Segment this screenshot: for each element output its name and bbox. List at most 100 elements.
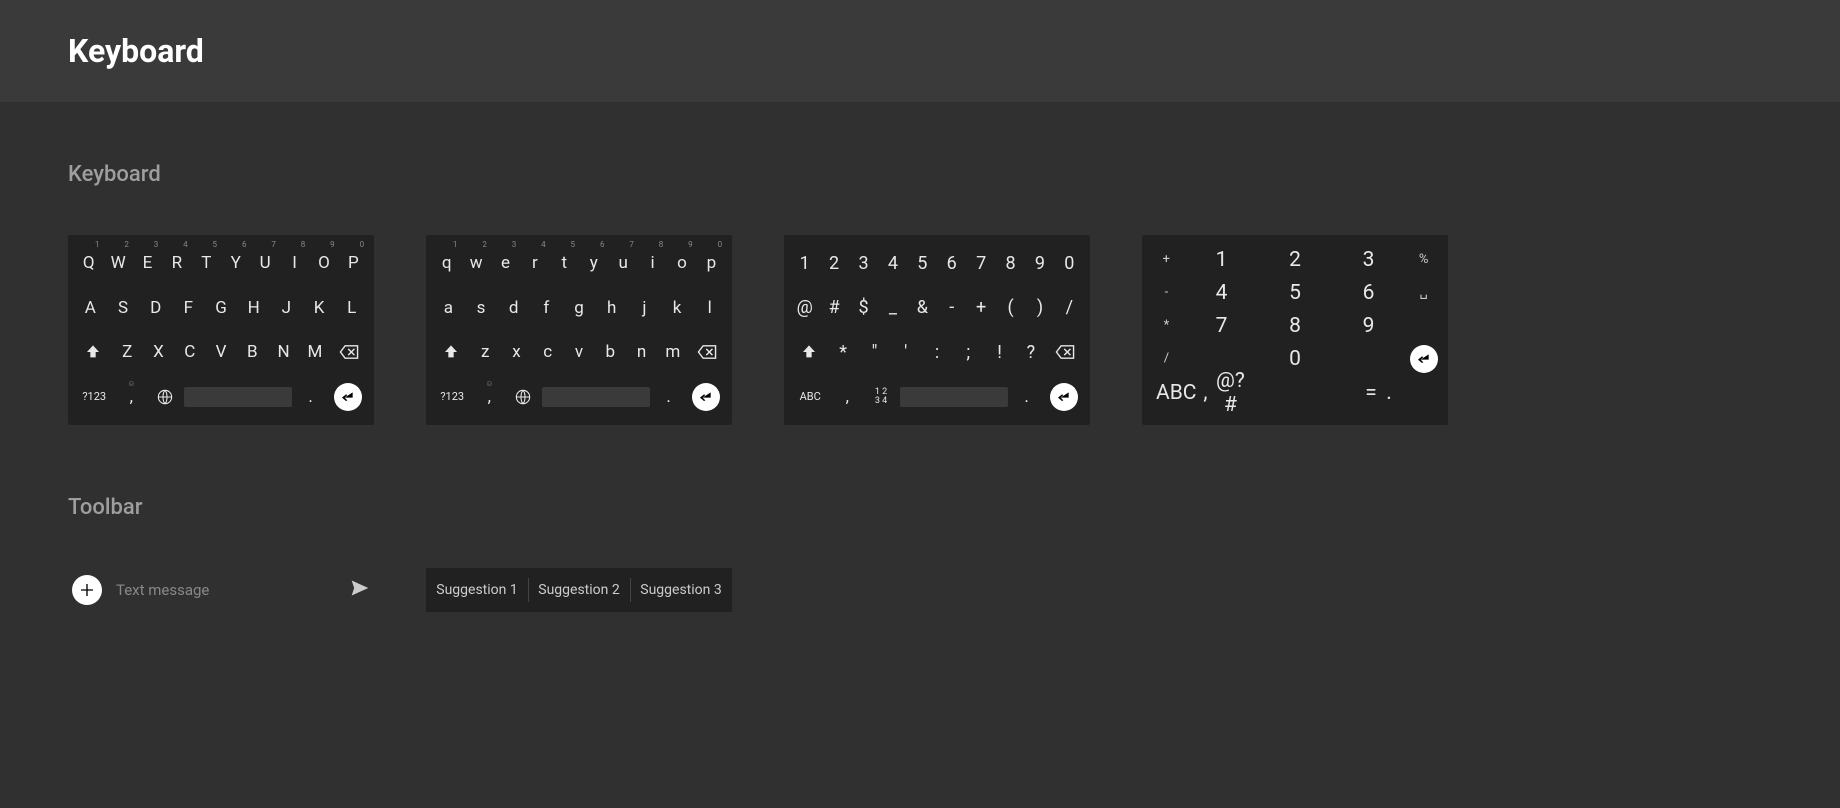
- letter-key[interactable]: a: [432, 288, 465, 328]
- letter-key[interactable]: T5: [192, 243, 221, 283]
- add-button[interactable]: [72, 575, 102, 605]
- percent-key[interactable]: %: [1405, 243, 1442, 276]
- spacebar[interactable]: [900, 387, 1008, 407]
- period-key[interactable]: .: [1010, 377, 1044, 417]
- shift-key[interactable]: [74, 332, 112, 372]
- num-key[interactable]: 2: [1258, 243, 1332, 276]
- letter-key[interactable]: R4: [162, 243, 191, 283]
- letter-key[interactable]: I8: [280, 243, 309, 283]
- num-key[interactable]: 4: [1185, 276, 1259, 309]
- letter-key[interactable]: 9: [1025, 243, 1054, 283]
- letter-key[interactable]: +: [966, 288, 995, 328]
- letter-key[interactable]: #: [819, 288, 848, 328]
- letter-key[interactable]: 1: [790, 243, 819, 283]
- num-key[interactable]: 8: [1258, 309, 1332, 342]
- num-key[interactable]: 0: [1258, 342, 1332, 375]
- letter-key[interactable]: y6: [579, 243, 608, 283]
- letter-key[interactable]: 3: [849, 243, 878, 283]
- enter-key[interactable]: [686, 377, 726, 417]
- letter-key[interactable]: Z: [112, 342, 143, 362]
- num-key[interactable]: 3: [1332, 243, 1406, 276]
- letter-key[interactable]: r4: [520, 243, 549, 283]
- mode-switch-key[interactable]: ABC: [790, 377, 830, 417]
- send-button[interactable]: [350, 578, 370, 602]
- space-key[interactable]: ␣: [1405, 276, 1442, 309]
- letter-key[interactable]: q1: [432, 243, 461, 283]
- letter-key[interactable]: e3: [491, 243, 520, 283]
- letter-key[interactable]: m: [657, 342, 688, 362]
- letter-key[interactable]: f: [530, 288, 563, 328]
- letter-key[interactable]: ': [890, 342, 921, 363]
- minus-key[interactable]: -: [1148, 276, 1185, 309]
- letter-key[interactable]: 7: [966, 243, 995, 283]
- backspace-key[interactable]: [688, 332, 726, 372]
- letter-key[interactable]: 2: [819, 243, 848, 283]
- suggestion-item[interactable]: Suggestion 3: [630, 568, 732, 612]
- period-key[interactable]: .: [294, 377, 328, 417]
- letter-key[interactable]: u7: [608, 243, 637, 283]
- shift-key[interactable]: [432, 332, 470, 372]
- comma-key[interactable]: ,: [830, 377, 864, 417]
- letter-key[interactable]: 6: [937, 243, 966, 283]
- language-key[interactable]: [506, 377, 540, 417]
- language-key[interactable]: [148, 377, 182, 417]
- letter-key[interactable]: B: [237, 342, 268, 362]
- spacebar[interactable]: [184, 387, 292, 407]
- num-key[interactable]: 6: [1332, 276, 1406, 309]
- letter-key[interactable]: 4: [878, 243, 907, 283]
- letter-key[interactable]: i8: [638, 243, 667, 283]
- num-key[interactable]: 5: [1258, 276, 1332, 309]
- letter-key[interactable]: -: [937, 288, 966, 328]
- backspace-key[interactable]: [1046, 332, 1084, 372]
- period-key[interactable]: .: [652, 377, 686, 417]
- comma-key[interactable]: ☺ ,: [472, 377, 506, 417]
- letter-key[interactable]: h: [595, 288, 628, 328]
- letter-key[interactable]: @: [790, 288, 819, 328]
- letter-key[interactable]: c: [532, 342, 563, 362]
- letter-key[interactable]: :: [921, 342, 952, 363]
- letter-key[interactable]: V: [205, 342, 236, 362]
- letter-key[interactable]: 8: [996, 243, 1025, 283]
- letter-key[interactable]: ?: [1015, 342, 1046, 363]
- letter-key[interactable]: W2: [103, 243, 132, 283]
- letter-key[interactable]: ": [859, 342, 890, 363]
- letter-key[interactable]: A: [74, 288, 107, 328]
- letter-key[interactable]: J: [270, 288, 303, 328]
- letter-key[interactable]: X: [143, 342, 174, 362]
- enter-key[interactable]: [328, 377, 368, 417]
- letter-key[interactable]: K: [303, 288, 336, 328]
- spacebar[interactable]: [542, 387, 650, 407]
- letter-key[interactable]: F: [172, 288, 205, 328]
- letter-key[interactable]: w2: [461, 243, 490, 283]
- letter-key[interactable]: (: [996, 288, 1025, 328]
- letter-key[interactable]: z: [470, 342, 501, 362]
- mode-switch-key[interactable]: ?123: [74, 377, 114, 417]
- letter-key[interactable]: N: [268, 342, 299, 362]
- letter-key[interactable]: S: [107, 288, 140, 328]
- mode-switch-key[interactable]: ABC: [1156, 369, 1196, 417]
- num-key[interactable]: 1: [1185, 243, 1259, 276]
- letter-key[interactable]: k: [661, 288, 694, 328]
- letter-key[interactable]: j: [628, 288, 661, 328]
- text-input[interactable]: Text message: [116, 581, 336, 599]
- letter-key[interactable]: n: [626, 342, 657, 362]
- letter-key[interactable]: Y6: [221, 243, 250, 283]
- letter-key[interactable]: /: [1055, 288, 1084, 328]
- letter-key[interactable]: P0: [339, 243, 368, 283]
- letter-key[interactable]: t5: [550, 243, 579, 283]
- letter-key[interactable]: ;: [953, 342, 984, 363]
- enter-key[interactable]: [1044, 377, 1084, 417]
- letter-key[interactable]: x: [501, 342, 532, 362]
- letter-key[interactable]: C: [174, 342, 205, 362]
- backspace-key[interactable]: [330, 332, 368, 372]
- numpad-switch-key[interactable]: 1 2 3 4: [864, 377, 898, 417]
- letter-key[interactable]: D: [139, 288, 172, 328]
- letter-key[interactable]: s: [465, 288, 498, 328]
- letter-key[interactable]: U7: [250, 243, 279, 283]
- letter-key[interactable]: $: [849, 288, 878, 328]
- suggestion-item[interactable]: Suggestion 1: [426, 568, 528, 612]
- suggestion-item[interactable]: Suggestion 2: [528, 568, 630, 612]
- letter-key[interactable]: p0: [697, 243, 726, 283]
- letter-key[interactable]: &: [908, 288, 937, 328]
- num-key[interactable]: 7: [1185, 309, 1259, 342]
